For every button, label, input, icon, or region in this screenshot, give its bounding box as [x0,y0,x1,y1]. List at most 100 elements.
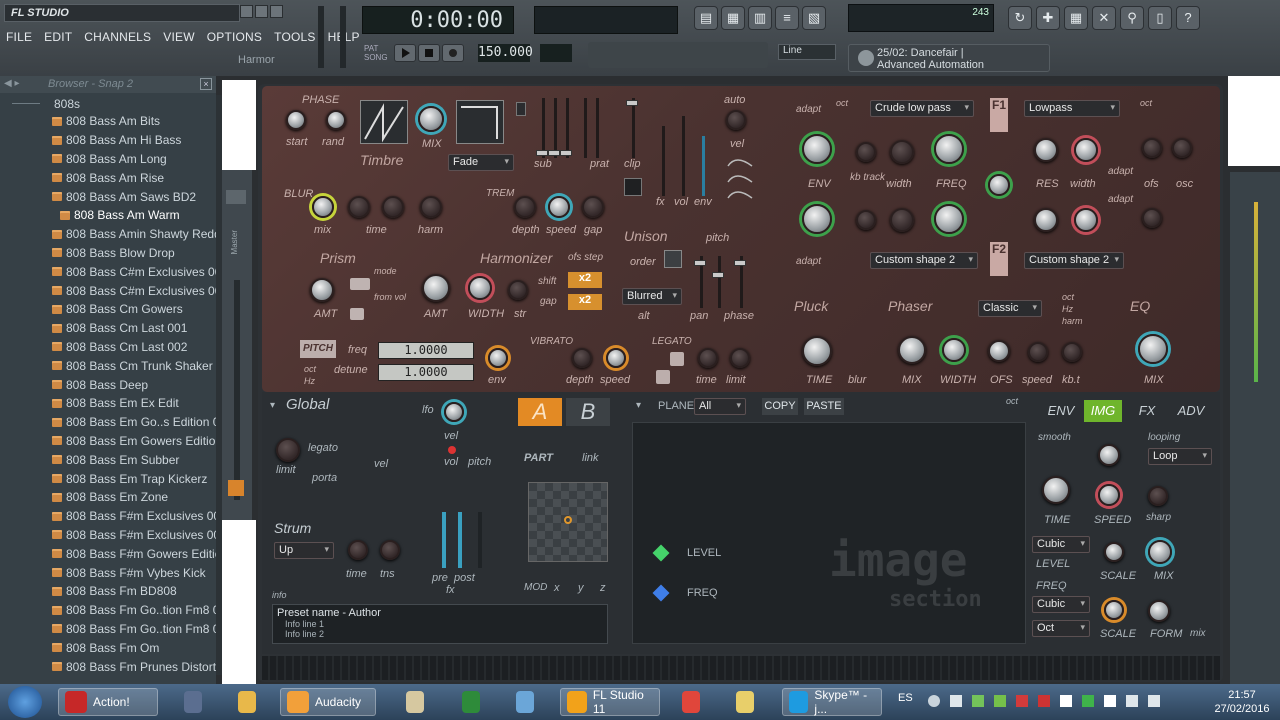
browser-item[interactable]: 808 Bass C#m Exclusives 003 [0,262,216,281]
auto-knob[interactable] [726,110,746,130]
start-button[interactable] [8,686,42,718]
browser-item[interactable]: 808 Bass Amin Shawty Redd [0,225,216,244]
browser-item[interactable]: 808 Bass Em Gowers Edition [0,432,216,451]
taskbar-item[interactable] [178,688,208,716]
timbre-fade-dropdown[interactable]: Fade [448,154,514,171]
browser-item[interactable]: 808 Bass Cm Gowers [0,300,216,319]
vel-curves-icon[interactable] [726,152,754,202]
legato-limit-knob[interactable] [730,348,750,368]
unison-mode-dropdown[interactable]: Blurred [622,288,682,305]
phaser-mode-dropdown[interactable]: Classic [978,300,1042,317]
plugin-add-icon[interactable]: ✚ [1036,6,1060,30]
browser-item[interactable]: 808 Bass F#m Exclusives 002 [0,526,216,545]
sub-slider-2[interactable] [554,98,557,158]
freq-form-knob[interactable] [1148,600,1170,622]
tempo-display[interactable]: 150.000 [478,44,533,62]
tab-adv[interactable]: ADV [1172,400,1210,422]
taskbar-item[interactable] [730,688,760,716]
browser-item[interactable]: 808 Bass Am Long [0,150,216,169]
browser-item[interactable]: 808 Bass Fm BD808 [0,582,216,601]
vol-slider[interactable] [682,116,685,196]
unison-phase-handle[interactable] [734,260,746,266]
tab-fx[interactable]: FX [1128,400,1166,422]
browser-item[interactable]: 808 Bass Em Subber [0,450,216,469]
pitch-freq-display[interactable]: 1.0000 [378,342,474,359]
taskbar-item[interactable]: Action! [58,688,158,716]
prism-fromvol-button[interactable] [350,308,364,320]
harmonizer-width-knob[interactable] [468,276,492,300]
browser-item[interactable]: 808 Bass Cm Last 002 [0,338,216,357]
browser-item[interactable]: 808 Bass Am Bits [0,112,216,131]
clip-slider[interactable] [632,98,635,158]
pre-slider[interactable] [442,512,446,568]
post-slider[interactable] [458,512,462,568]
minimize-button[interactable] [240,5,253,18]
sub-handle-2[interactable] [548,150,560,156]
global-limit-knob[interactable] [276,438,300,462]
word-icon[interactable] [1060,695,1072,707]
signal-icon[interactable] [1148,695,1160,707]
taskbar-item[interactable] [510,688,540,716]
clip-curve-icon[interactable] [624,178,642,196]
menu-view[interactable]: VIEW [157,27,200,49]
pattern-selector[interactable] [540,44,572,62]
fx-slider-lower[interactable] [478,512,482,568]
smooth-knob[interactable] [1098,444,1120,466]
level-mix-knob[interactable] [1148,540,1172,564]
blur-harm-knob[interactable] [420,196,442,218]
freq-interp-dropdown[interactable]: Cubic [1032,596,1090,613]
eq-mix-knob[interactable] [1138,334,1168,364]
plane-dropdown[interactable]: All [694,398,746,415]
unison-pan-handle[interactable] [694,260,706,266]
browser-item[interactable]: 808 Bass Fm Prunes Distort [0,657,216,676]
freq-diamond-icon[interactable] [652,584,670,602]
playlist-icon[interactable]: ▤ [694,6,718,30]
browser-item[interactable]: 808 Bass Fm Go..tion Fm8 002 [0,620,216,639]
unison-pan2-slider[interactable] [718,256,721,308]
browser-item[interactable]: 808 Bass Am Saws BD2 [0,187,216,206]
looping-dropdown[interactable]: Loop [1148,448,1212,465]
tray-icon[interactable] [1016,695,1028,707]
filter-mix-knob[interactable] [988,174,1010,196]
browser-item[interactable]: 808 Bass Blow Drop [0,244,216,263]
taskbar-item[interactable] [232,688,262,716]
record-button[interactable] [442,44,464,62]
level-interp-dropdown[interactable]: Cubic [1032,536,1090,553]
browser-item[interactable]: 808 Bass F#m Vybes Kick [0,563,216,582]
phaser-kbt-knob[interactable] [1062,342,1082,362]
browser-item[interactable]: 808 Bass Fm Om [0,638,216,657]
filter2-shape-dropdown[interactable]: Custom shape 2 [1024,252,1124,269]
filter-res-knob[interactable] [1034,138,1058,162]
env-slider[interactable] [702,136,705,196]
pluck-time-knob[interactable] [802,336,832,366]
tray-icon[interactable] [1038,695,1050,707]
blur-time-knob[interactable] [348,196,370,218]
pitch-detune-display[interactable]: 1.0000 [378,364,474,381]
paste-button[interactable]: PASTE [804,398,844,415]
trem-gap-knob[interactable] [582,196,604,218]
taskbar-item[interactable] [456,688,486,716]
master-pitch-slider[interactable] [340,6,346,68]
menu-edit[interactable]: EDIT [38,27,78,49]
browser-nav-icons[interactable]: ◀ ▸ [4,78,44,90]
step-sequencer-icon[interactable]: ▦ [721,6,745,30]
clock[interactable]: 21:57 27/02/2016 [1208,688,1276,716]
timbre-mix-knob[interactable] [418,106,444,132]
taskbar-item[interactable]: Skype™ - j... [782,688,882,716]
browser-item[interactable]: 808 Bass Cm Trunk Shaker [0,356,216,375]
filter-width-knob[interactable] [890,140,914,164]
browser-item[interactable]: 808 Bass Em Go..s Edition 002 [0,413,216,432]
phase-rand-knob[interactable] [326,110,346,130]
freq-scale-knob[interactable] [1104,600,1124,620]
part-b-button[interactable]: B [566,398,610,426]
vibrato-speed-knob[interactable] [606,348,626,368]
prism-amt-knob[interactable] [310,278,334,302]
piano-roll-icon[interactable]: ▥ [748,6,772,30]
tab-env[interactable]: ENV [1042,400,1080,422]
blur-mix-knob[interactable] [312,196,334,218]
refresh-icon[interactable]: ↻ [1008,6,1032,30]
windows-icon[interactable] [1104,695,1116,707]
timbre2-display[interactable] [456,100,504,144]
phaser-mix-knob[interactable] [898,336,926,364]
browser-item[interactable]: 808 Bass Am Warm [0,206,216,225]
